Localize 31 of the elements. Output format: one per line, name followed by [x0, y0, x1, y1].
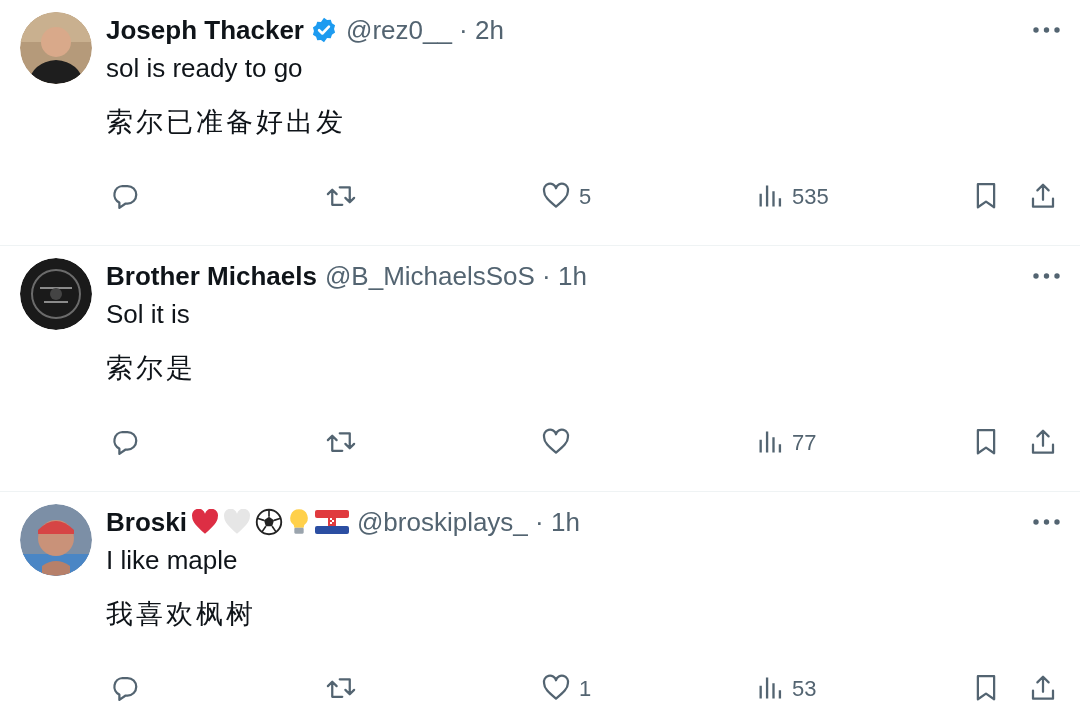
author-name: Joseph Thacker	[106, 13, 304, 47]
like-count: 1	[579, 674, 592, 703]
more-button[interactable]	[1033, 27, 1060, 33]
handle-and-time: @B_MichaelsSoS · 1h	[324, 259, 587, 293]
view-count: 77	[792, 428, 817, 457]
translation-text: 索尔是	[106, 351, 197, 385]
handle-and-time: @rez0__ · 2h	[346, 13, 504, 47]
more-button[interactable]	[1033, 519, 1060, 525]
flag-icon	[314, 510, 349, 534]
like-button[interactable]	[541, 673, 571, 703]
more-icon	[1033, 27, 1060, 33]
view-count: 535	[792, 182, 829, 211]
translation-text: 我喜欢枫树	[106, 597, 257, 631]
author-name: Broski	[106, 505, 187, 539]
more-icon	[1033, 519, 1060, 525]
more-icon	[1033, 273, 1060, 279]
handle-and-time: @broskiplays_ · 1h	[356, 505, 580, 539]
like-button[interactable]	[541, 181, 571, 211]
tweet-text: I like maple	[106, 544, 239, 577]
like-button[interactable]	[541, 427, 571, 457]
tweet-text: Sol it is	[106, 298, 191, 331]
view-count: 53	[792, 674, 817, 703]
heart-icon	[541, 427, 571, 457]
author-name: Brother Michaels	[106, 259, 317, 293]
more-button[interactable]	[1033, 273, 1060, 279]
tweet-text: sol is ready to go	[106, 52, 304, 85]
heart-icon	[541, 181, 571, 211]
like-count: 5	[579, 182, 592, 211]
heart-icon	[541, 673, 571, 703]
translation-text: 索尔已准备好出发	[106, 105, 347, 139]
soccer-ball-icon	[254, 508, 283, 536]
